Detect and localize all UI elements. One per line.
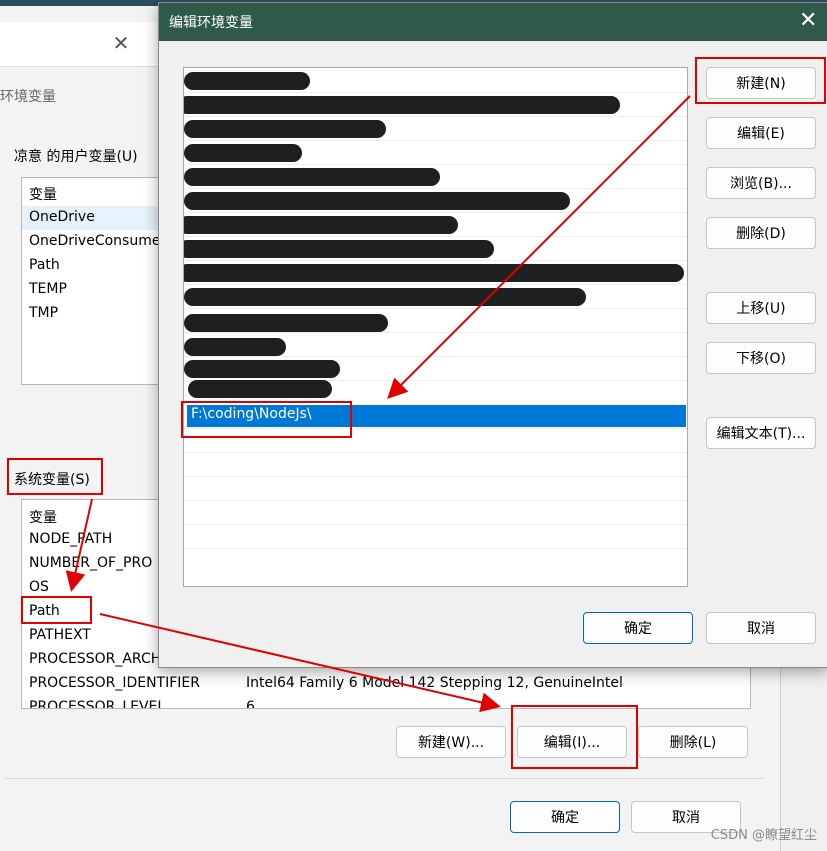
arrow-path-to-edit	[99, 613, 501, 713]
annotation-arrows	[65, 95, 691, 713]
arrow-system-to-path	[65, 498, 93, 592]
arrow-new-to-entry	[387, 95, 691, 399]
watermark: CSDN @瞭望红尘	[710, 828, 817, 843]
